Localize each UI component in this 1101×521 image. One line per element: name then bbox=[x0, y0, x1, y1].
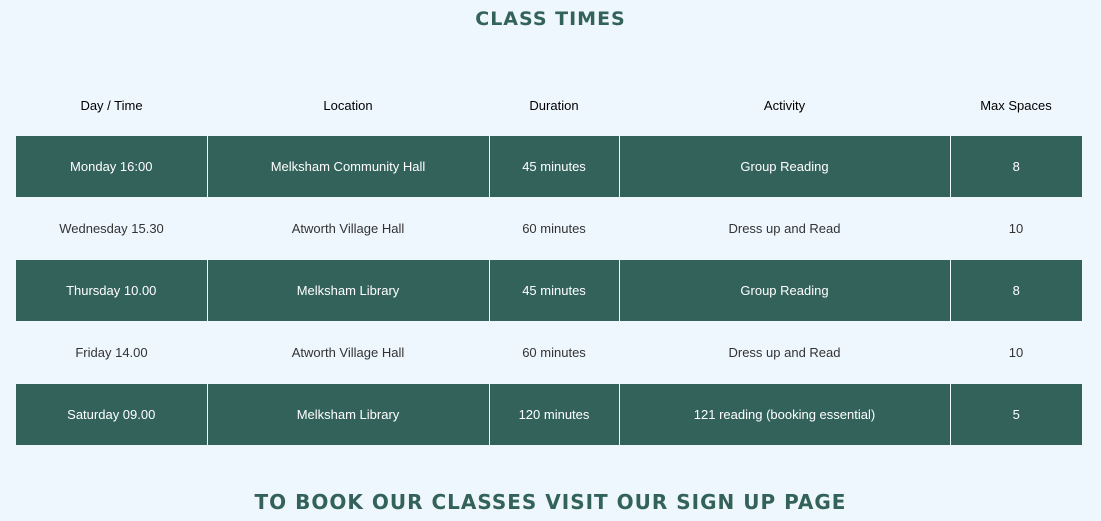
cell-day-time: Wednesday 15.30 bbox=[59, 221, 164, 236]
class-times-page: CLASS TIMES Day / Time Location Duration… bbox=[0, 0, 1101, 521]
cell-duration: 120 minutes bbox=[488, 384, 619, 445]
table-row: Friday 14.00 Atworth Village Hall 60 min… bbox=[16, 321, 1082, 384]
sign-up-page-link[interactable]: TO BOOK OUR CLASSES VISIT OUR SIGN UP PA… bbox=[255, 490, 847, 514]
cell-max-spaces: 10 bbox=[1008, 221, 1024, 236]
table-row: Saturday 09.00 Melksham Library 120 minu… bbox=[16, 384, 1082, 445]
cell-activity: Dress up and Read bbox=[728, 345, 841, 360]
cell-day-time: Friday 14.00 bbox=[75, 345, 148, 360]
cell-max-spaces: 5 bbox=[949, 384, 1082, 445]
booking-cta-heading: TO BOOK OUR CLASSES VISIT OUR SIGN UP PA… bbox=[0, 490, 1101, 514]
cell-max-spaces: 10 bbox=[1008, 345, 1024, 360]
column-header-activity: Activity bbox=[763, 97, 806, 113]
class-schedule-table: Day / Time Location Duration Activity Ma… bbox=[16, 74, 1082, 445]
cell-day-time: Monday 16:00 bbox=[16, 136, 207, 197]
cell-activity: 121 reading (booking essential) bbox=[618, 384, 950, 445]
cell-activity: Dress up and Read bbox=[728, 221, 841, 236]
cell-duration: 60 minutes bbox=[522, 345, 586, 360]
cell-location: Melksham Library bbox=[206, 384, 489, 445]
cell-day-time: Saturday 09.00 bbox=[16, 384, 207, 445]
cell-duration: 45 minutes bbox=[488, 136, 619, 197]
table-row: Thursday 10.00 Melksham Library 45 minut… bbox=[16, 260, 1082, 321]
cell-location: Atworth Village Hall bbox=[291, 221, 405, 236]
column-header-location: Location bbox=[323, 97, 373, 113]
column-header-day-time: Day / Time bbox=[80, 97, 143, 113]
class-times-heading: CLASS TIMES bbox=[475, 8, 626, 30]
cell-location: Atworth Village Hall bbox=[291, 345, 405, 360]
column-header-duration: Duration bbox=[529, 97, 579, 113]
cell-max-spaces: 8 bbox=[949, 136, 1082, 197]
cell-location: Melksham Library bbox=[206, 260, 489, 321]
table-row: Wednesday 15.30 Atworth Village Hall 60 … bbox=[16, 197, 1082, 260]
cell-max-spaces: 8 bbox=[949, 260, 1082, 321]
cell-activity: Group Reading bbox=[618, 136, 950, 197]
cell-duration: 60 minutes bbox=[522, 221, 586, 236]
cell-day-time: Thursday 10.00 bbox=[16, 260, 207, 321]
table-row: Monday 16:00 Melksham Community Hall 45 … bbox=[16, 136, 1082, 197]
cell-duration: 45 minutes bbox=[488, 260, 619, 321]
cell-activity: Group Reading bbox=[618, 260, 950, 321]
column-header-max-spaces: Max Spaces bbox=[980, 97, 1052, 113]
cell-location: Melksham Community Hall bbox=[206, 136, 489, 197]
table-header-row: Day / Time Location Duration Activity Ma… bbox=[16, 74, 1082, 136]
